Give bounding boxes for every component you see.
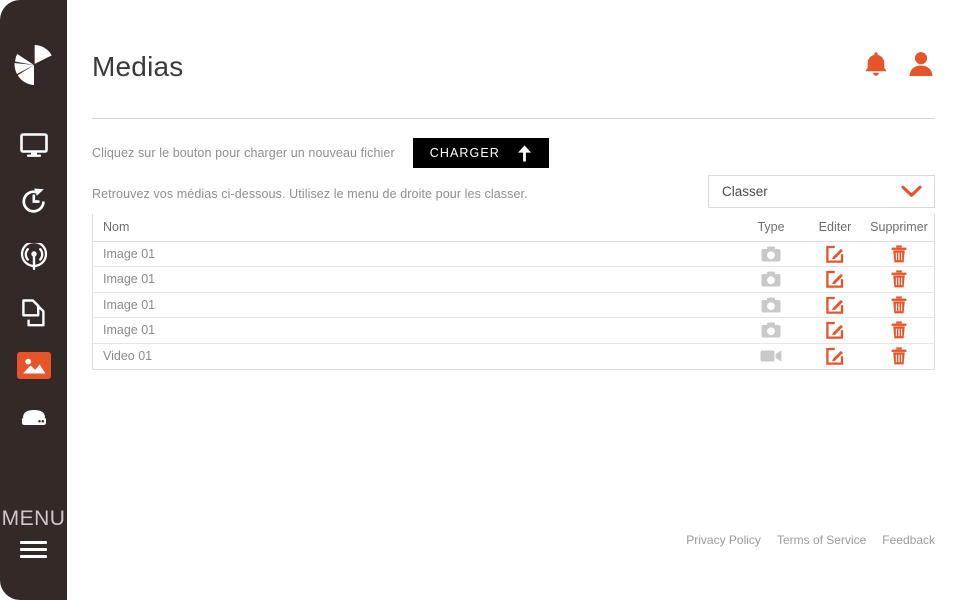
trash-icon: [891, 245, 907, 263]
cell-nom: Video 01: [103, 349, 153, 363]
column-header-editer: Editer: [806, 214, 864, 242]
sort-hint: Retrouvez vos médias ci-dessous. Utilise…: [92, 187, 528, 201]
camera-icon: [761, 297, 781, 313]
table-row: Image 01: [93, 241, 934, 267]
delete-button[interactable]: [891, 270, 907, 288]
monitor-icon: [19, 132, 48, 157]
sidebar-item-display[interactable]: [15, 128, 53, 162]
camera-icon: [761, 246, 781, 262]
sidebar-menu-toggle[interactable]: MENU: [0, 508, 67, 558]
bell-icon[interactable]: [863, 50, 889, 83]
edit-icon: [826, 322, 844, 339]
sort-select[interactable]: Classer: [708, 175, 935, 208]
header-divider: [92, 118, 935, 119]
trash-icon: [891, 347, 907, 365]
cell-nom: Image 01: [93, 317, 736, 344]
cell-editer: [806, 266, 864, 293]
edit-button[interactable]: [826, 245, 844, 263]
delete-button[interactable]: [891, 347, 907, 365]
edit-button[interactable]: [826, 347, 844, 365]
cell-nom: Image 01: [93, 292, 736, 318]
cell-nom: Image 01: [93, 266, 736, 293]
table-header-row: Nom Type Editer Supprimer: [93, 214, 934, 242]
cell-editer: [806, 241, 864, 267]
cell-editer: [806, 343, 864, 369]
edit-icon: [826, 245, 844, 263]
sidebar-item-medias[interactable]: [16, 352, 51, 379]
cell-supprimer: [864, 343, 934, 369]
cell-nom: Image 01: [93, 241, 736, 267]
video-icon: [760, 350, 782, 362]
hamburger-icon[interactable]: [20, 541, 47, 558]
edit-button[interactable]: [826, 321, 844, 339]
upload-button-label: CHARGER: [429, 146, 500, 160]
upload-hint: Cliquez sur le bouton pour charger un no…: [92, 146, 395, 160]
delete-button[interactable]: [891, 245, 907, 263]
delete-button[interactable]: [891, 296, 907, 314]
edit-button[interactable]: [826, 270, 844, 288]
cell-type: [736, 241, 806, 267]
image-icon: [22, 358, 45, 374]
refresh-icon: [21, 188, 45, 213]
sidebar-item-storage[interactable]: [15, 401, 53, 435]
sidebar-item-broadcast[interactable]: [15, 240, 53, 274]
table-row: Image 01: [93, 292, 934, 318]
footer-links: Privacy Policy Terms of Service Feedback: [686, 533, 935, 547]
arrow-up-icon: [517, 144, 531, 161]
menu-label: MENU: [1, 507, 66, 530]
column-header-type: Type: [736, 214, 806, 242]
trash-icon: [891, 270, 907, 288]
sidebar-item-documents[interactable]: [15, 296, 53, 330]
main-content: Medias Cliquez sur le bouton pour charge…: [67, 0, 960, 600]
footer-link-privacy-policy[interactable]: Privacy Policy: [686, 533, 761, 547]
camera-icon: [761, 271, 781, 287]
footer-link-terms-of-service[interactable]: Terms of Service: [777, 533, 866, 547]
cell-type: [736, 343, 806, 369]
cell-editer: [806, 292, 864, 318]
trash-icon: [891, 296, 907, 314]
cell-editer: [806, 317, 864, 344]
app-root: MENU Medias Cliquez sur le bouton pour c…: [0, 0, 960, 600]
column-header-nom: Nom: [93, 214, 736, 242]
table-row: Video 01: [93, 343, 934, 369]
camera-icon: [761, 322, 781, 338]
cell-supprimer: [864, 266, 934, 293]
upload-button[interactable]: CHARGER: [412, 138, 549, 168]
sort-select-value: Classer: [722, 184, 768, 199]
copy-icon: [21, 299, 45, 327]
edit-icon: [826, 296, 844, 314]
edit-icon: [826, 347, 844, 365]
page-title: Medias: [92, 50, 184, 82]
cell-supprimer: [864, 292, 934, 318]
user-icon[interactable]: [907, 50, 935, 83]
column-header-supprimer: Supprimer: [864, 214, 934, 242]
upload-row: Cliquez sur le bouton pour charger un no…: [92, 138, 549, 168]
sidebar: MENU: [0, 0, 67, 600]
server-icon: [21, 410, 46, 425]
sidebar-item-refresh[interactable]: [15, 184, 53, 218]
edit-button[interactable]: [826, 296, 844, 314]
pie-chart-logo-icon: [14, 44, 54, 86]
cell-type: [736, 292, 806, 318]
trash-icon: [891, 321, 907, 339]
cell-supprimer: [864, 317, 934, 344]
app-logo[interactable]: [11, 42, 57, 88]
edit-icon: [826, 271, 844, 288]
sidebar-nav: [15, 128, 53, 435]
table-body: Image 01 Image 01 Image 01 Image 01 Video 01: [93, 241, 934, 369]
broadcast-icon: [20, 243, 47, 270]
chevron-down-icon: [901, 185, 922, 197]
table-row: Image 01: [93, 317, 934, 344]
delete-button[interactable]: [891, 321, 907, 339]
table-row: Image 01: [93, 266, 934, 293]
cell-type: [736, 317, 806, 344]
footer-link-feedback[interactable]: Feedback: [882, 533, 935, 547]
header-actions: [863, 50, 935, 83]
page-header: Medias: [92, 50, 935, 83]
media-table: Nom Type Editer Supprimer Image 01 Image …: [92, 214, 935, 370]
cell-supprimer: [864, 241, 934, 267]
cell-type: [736, 266, 806, 293]
